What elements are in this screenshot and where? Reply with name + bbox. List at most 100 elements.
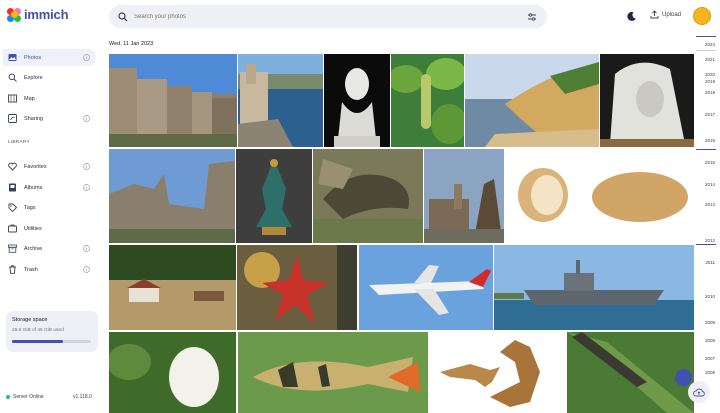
sidebar-item-label: Map	[24, 95, 35, 102]
info-icon[interactable]	[83, 163, 90, 170]
scroll-indicator-button[interactable]	[675, 369, 692, 386]
server-version: v1.118.0	[73, 394, 92, 400]
timeline-year[interactable]: 2013	[705, 202, 715, 207]
search-input[interactable]	[134, 13, 527, 20]
photo-thumbnail[interactable]	[109, 332, 236, 413]
photo-thumbnail[interactable]	[430, 332, 566, 413]
timeline-year[interactable]: 2011	[705, 260, 715, 265]
upload-icon	[650, 10, 659, 19]
sidebar-item-label: Archive	[24, 245, 43, 252]
sidebar-item-map[interactable]: Map	[3, 90, 96, 107]
storage-title: Storage space	[12, 317, 48, 323]
photo-thumbnail[interactable]	[424, 149, 504, 243]
search-bar[interactable]	[109, 5, 547, 28]
photo-thumbnail[interactable]	[567, 332, 694, 413]
top-bar: immich Upload	[0, 0, 720, 34]
search-icon	[118, 11, 128, 21]
upload-cloud-button[interactable]	[688, 381, 710, 403]
sidebar-item-label: Sharing	[24, 115, 43, 122]
photo-thumbnail[interactable]	[359, 245, 493, 330]
app-name: immich	[24, 7, 69, 22]
storage-panel: Storage space 28.6 GiB of 45 GiB used	[6, 311, 98, 352]
info-icon[interactable]	[83, 266, 90, 273]
timeline-year[interactable]: 2017	[705, 112, 715, 117]
timeline-scrubber[interactable]: 2024 2021 2020 2019 2018 2017 2016 2015 …	[696, 36, 720, 413]
sidebar-item-label: Tags	[24, 204, 36, 211]
server-status-text: Server Online	[13, 394, 44, 400]
photo-thumbnail[interactable]	[494, 245, 694, 330]
explore-icon	[8, 73, 17, 82]
filter-options-icon[interactable]	[527, 12, 537, 22]
sidebar-item-trash[interactable]: Trash	[3, 261, 96, 278]
sidebar: Photos Explore Map Sharing LIBRARY Favor…	[0, 34, 104, 413]
timeline-year[interactable]: 2012	[705, 238, 715, 243]
upload-button[interactable]: Upload	[650, 10, 681, 19]
photo-thumbnail[interactable]	[505, 149, 694, 243]
photo-thumbnail[interactable]	[236, 149, 312, 243]
sidebar-item-albums[interactable]: Albums	[3, 179, 96, 196]
sidebar-item-label: Favorites	[24, 163, 47, 170]
timeline-year[interactable]: 2014	[705, 182, 715, 187]
storage-progress-fill	[12, 340, 63, 343]
timeline-year[interactable]: 2008	[705, 338, 715, 343]
sidebar-item-explore[interactable]: Explore	[3, 69, 96, 86]
timeline-year[interactable]: 2020	[705, 72, 715, 77]
timeline-year[interactable]: 2015	[705, 160, 715, 165]
sidebar-item-utilities[interactable]: Utilities	[3, 220, 96, 237]
upload-label: Upload	[662, 11, 682, 18]
immich-logo-icon	[7, 7, 21, 22]
photo-thumbnail[interactable]	[324, 54, 390, 147]
trash-icon	[9, 265, 16, 274]
timeline-year[interactable]: 2019	[705, 79, 715, 84]
timeline-year[interactable]: 2007	[705, 356, 715, 361]
photo-thumbnail[interactable]	[238, 332, 428, 413]
sidebar-item-photos[interactable]: Photos	[3, 49, 96, 66]
timeline-year[interactable]: 2024	[705, 42, 715, 47]
sidebar-item-label: Utilities	[24, 225, 42, 232]
photo-thumbnail[interactable]	[465, 54, 599, 147]
online-status-icon	[6, 395, 10, 399]
photo-thumbnail[interactable]	[238, 54, 323, 147]
sidebar-item-sharing[interactable]: Sharing	[3, 110, 96, 127]
timeline-year[interactable]: 2018	[705, 90, 715, 95]
photo-thumbnail[interactable]	[109, 149, 235, 243]
photo-thumbnail[interactable]	[109, 54, 237, 147]
sidebar-item-archive[interactable]: Archive	[3, 240, 96, 257]
sidebar-item-favorites[interactable]: Favorites	[3, 158, 96, 175]
timeline-year[interactable]: 2021	[705, 57, 715, 62]
storage-progress-bar	[12, 340, 91, 343]
dark-mode-icon[interactable]	[626, 11, 637, 22]
photo-thumbnail[interactable]	[600, 54, 694, 147]
info-icon[interactable]	[83, 184, 90, 191]
sidebar-item-tags[interactable]: Tags	[3, 199, 96, 216]
info-icon[interactable]	[83, 54, 90, 61]
sidebar-item-label: Photos	[24, 54, 42, 61]
user-avatar[interactable]	[693, 7, 711, 25]
library-section-label: LIBRARY	[8, 140, 30, 145]
map-icon	[8, 94, 17, 103]
info-icon[interactable]	[83, 115, 90, 122]
storage-used-text: 28.6 GiB of 45 GiB used	[12, 328, 64, 333]
timeline-divider	[696, 149, 716, 150]
album-icon	[9, 183, 16, 192]
photo-thumbnail[interactable]	[391, 54, 464, 147]
sidebar-item-label: Albums	[24, 184, 43, 191]
heart-icon	[8, 162, 17, 171]
cloud-upload-icon	[693, 388, 705, 397]
photo-thumbnail[interactable]	[313, 149, 423, 243]
tag-icon	[8, 203, 17, 212]
photo-thumbnail[interactable]	[109, 245, 236, 330]
server-status[interactable]: Server Online	[6, 394, 44, 400]
sidebar-item-label: Trash	[24, 266, 38, 273]
timeline-year[interactable]: 2016	[705, 138, 715, 143]
utilities-icon	[8, 224, 17, 233]
date-group-heading: Wed, 11 Jan 2023	[109, 41, 154, 47]
photo-thumbnail[interactable]	[237, 245, 357, 330]
timeline-year[interactable]: 2006	[705, 370, 715, 375]
timeline-divider	[696, 50, 716, 51]
info-icon[interactable]	[83, 245, 90, 252]
app-logo[interactable]: immich	[7, 7, 69, 22]
timeline-year[interactable]: 2010	[705, 294, 715, 299]
timeline-year[interactable]: 2009	[705, 320, 715, 325]
timeline-divider	[696, 244, 716, 245]
